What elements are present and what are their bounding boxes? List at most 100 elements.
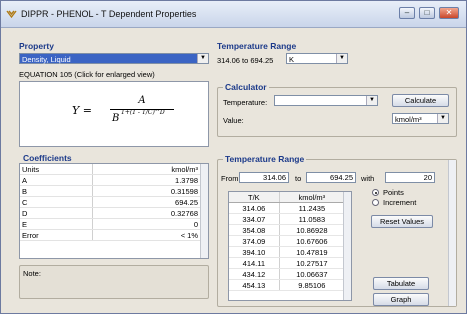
equation-panel[interactable]: Y = A B 1+(1 - T/C)^D: [19, 81, 209, 147]
coef-value: 694.25: [92, 196, 201, 208]
results-header-row: T/K kmol/m³: [229, 192, 346, 203]
table-row[interactable]: 374.09 10.67606: [229, 235, 346, 247]
coefficients-heading: Coefficients: [23, 153, 72, 163]
note-box[interactable]: Note:: [19, 265, 209, 299]
coef-value: 0.31598: [92, 185, 201, 197]
density-cell: 10.86928: [279, 224, 346, 236]
temperature-cell: 394.10: [229, 246, 280, 258]
property-heading: Property: [19, 41, 54, 51]
table-row[interactable]: 334.07 11.0583: [229, 213, 346, 225]
temperature-cell: 434.12: [229, 268, 280, 280]
table-row[interactable]: 414.11 10.27517: [229, 257, 346, 269]
table-row[interactable]: 314.06 11.2435: [229, 202, 346, 214]
chevron-down-icon: ▼: [197, 54, 208, 63]
graph-button[interactable]: Graph: [373, 293, 429, 306]
coef-value: 1.3798: [92, 174, 201, 186]
temperature-input[interactable]: ▼: [274, 95, 378, 106]
reset-values-button[interactable]: Reset Values: [371, 215, 433, 228]
value-unit-select[interactable]: kmol/m³ ▼: [392, 113, 449, 124]
equation-lhs: Y =: [72, 104, 92, 117]
table-row[interactable]: 394.10 10.47819: [229, 246, 346, 258]
dippr-window: DIPPR - PHENOL - T Dependent Properties …: [0, 0, 467, 314]
results-table: T/K kmol/m³ 314.06 11.2435 334.07 11.0583 …: [229, 192, 346, 291]
density-cell: 11.0583: [279, 213, 346, 225]
temperature-label: Temperature:: [223, 98, 268, 107]
density-cell: 10.47819: [279, 246, 346, 258]
coef-name: D: [20, 207, 94, 219]
equation-denominator-base: B: [112, 113, 120, 124]
density-cell: 10.67606: [279, 235, 346, 247]
equation-label[interactable]: EQUATION 105 (Click for enlarged view): [19, 70, 155, 79]
temperature-cell: 334.07: [229, 213, 280, 225]
units-header: Units: [20, 164, 94, 175]
temperature-range-heading: Temperature Range: [217, 41, 297, 51]
from-label: From: [221, 174, 239, 183]
temperature-cell: 454.13: [229, 279, 280, 291]
to-input[interactable]: 694.25: [306, 172, 356, 183]
coefficients-table: Units kmol/m³ A 1.3798 B 0.31598 C 694.25 D…: [20, 164, 201, 241]
coefficients-header-row: Units kmol/m³: [20, 164, 201, 175]
close-button[interactable]: ✕: [439, 7, 459, 19]
coef-value: < 1%: [92, 229, 201, 241]
coef-name: B: [20, 185, 94, 197]
app-icon: [6, 10, 17, 19]
with-input[interactable]: 20: [385, 172, 435, 183]
chevron-down-icon: ▼: [437, 114, 448, 123]
temperature-cell: 354.08: [229, 224, 280, 236]
temperature-cell: 314.06: [229, 202, 280, 214]
chevron-down-icon: ▼: [336, 54, 347, 63]
density-cell: 10.27517: [279, 257, 346, 269]
from-input[interactable]: 314.06: [239, 172, 289, 183]
density-cell: 10.06637: [279, 268, 346, 280]
window-title: DIPPR - PHENOL - T Dependent Properties: [21, 9, 197, 19]
tabulate-button[interactable]: Tabulate: [373, 277, 429, 290]
title-bar[interactable]: DIPPR - PHENOL - T Dependent Properties …: [1, 1, 466, 28]
results-table-panel[interactable]: T/K kmol/m³ 314.06 11.2435 334.07 11.0583 …: [228, 191, 352, 301]
equation-numerator: A: [138, 95, 146, 106]
temperature-unit-value: K: [289, 55, 295, 64]
chevron-down-icon: ▼: [366, 96, 377, 105]
property-selected-value: Density, Liquid: [22, 55, 71, 64]
increment-radio[interactable]: [372, 199, 379, 206]
density-column-header: kmol/m³: [279, 192, 346, 203]
property-select[interactable]: Density, Liquid ▼: [19, 53, 209, 64]
value-unit-value: kmol/m³: [395, 115, 422, 124]
temperature-unit-select[interactable]: K ▼: [286, 53, 348, 64]
table-row[interactable]: E0: [20, 218, 201, 230]
section-scrollbar[interactable]: [448, 160, 456, 306]
table-row[interactable]: D 0.32768: [20, 207, 201, 219]
points-radio[interactable]: [372, 189, 379, 196]
coefficients-table-panel[interactable]: Units kmol/m³ A 1.3798 B 0.31598 C 694.25 D…: [19, 163, 209, 259]
equation-denominator-exponent: 1+(1 - T/C)^D: [121, 109, 165, 116]
points-label: Points: [383, 188, 404, 197]
minimize-button[interactable]: –: [399, 7, 415, 19]
table-row[interactable]: 354.08 10.86928: [229, 224, 346, 236]
calculator-heading: Calculator: [223, 82, 269, 92]
with-label: with: [361, 174, 375, 183]
calculate-button[interactable]: Calculate: [392, 94, 449, 107]
table-row[interactable]: 454.13 9.85106: [229, 279, 346, 291]
table-row[interactable]: B 0.31598: [20, 185, 201, 197]
units-value-header: kmol/m³: [92, 164, 201, 175]
value-label: Value:: [223, 116, 244, 125]
density-cell: 11.2435: [279, 202, 346, 214]
note-label: Note:: [23, 269, 41, 278]
coef-name: C: [20, 196, 94, 208]
coef-name: E: [20, 218, 94, 230]
table-row[interactable]: A 1.3798: [20, 174, 201, 186]
coefficients-scrollbar[interactable]: [200, 164, 208, 258]
table-row[interactable]: Error < 1%: [20, 229, 201, 241]
coef-name: Error: [20, 229, 94, 241]
coef-value: 0.32768: [92, 207, 201, 219]
temperature-cell: 374.09: [229, 235, 280, 247]
results-scrollbar[interactable]: [343, 192, 351, 300]
coef-value: 0: [92, 218, 201, 230]
density-cell: 9.85106: [279, 279, 346, 291]
table-row[interactable]: 434.12 10.06637: [229, 268, 346, 280]
to-label: to: [295, 174, 302, 183]
temperature-table-heading: Temperature Range: [223, 154, 307, 164]
maximize-button[interactable]: □: [419, 7, 435, 19]
temperature-column-header: T/K: [229, 192, 280, 203]
table-row[interactable]: C 694.25: [20, 196, 201, 208]
increment-label: Increment: [383, 198, 417, 207]
